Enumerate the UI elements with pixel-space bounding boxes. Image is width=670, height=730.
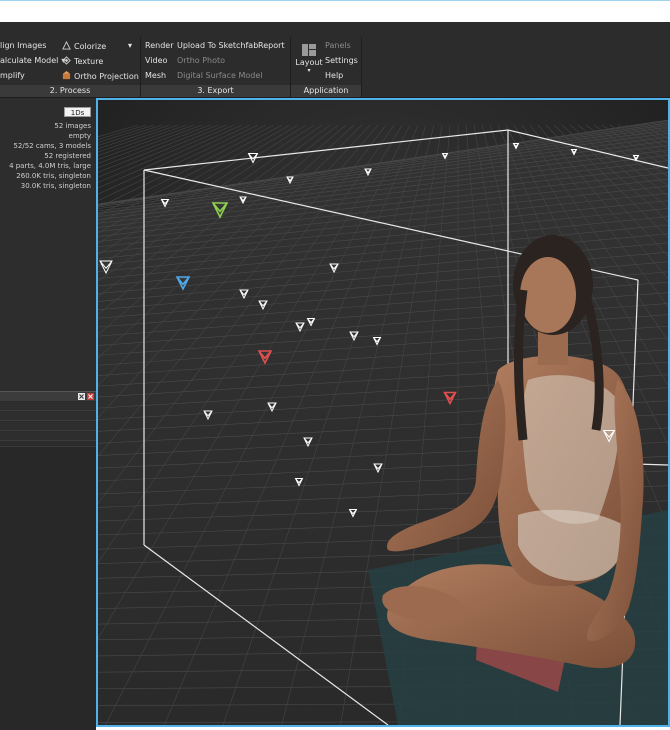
window-title-bar bbox=[0, 0, 670, 22]
left-panel: 1Ds 52 images empty 52/52 cams, 3 models… bbox=[0, 98, 96, 730]
colorize-button[interactable]: Colorize bbox=[62, 41, 106, 52]
colorize-dropdown-icon[interactable]: ▾ bbox=[128, 41, 132, 51]
pin-icon[interactable] bbox=[78, 393, 85, 400]
ribbon-group-export: Render Upload To Sketchfab Report Video … bbox=[141, 37, 290, 97]
settings-button[interactable]: Settings bbox=[325, 56, 358, 66]
panel-row[interactable] bbox=[0, 432, 96, 441]
ortho-projection-button[interactable]: Ortho Projection bbox=[62, 71, 139, 82]
ortho-photo-button[interactable]: Ortho Photo bbox=[177, 56, 225, 66]
info-registered: 52 registered bbox=[44, 152, 91, 160]
texture-icon bbox=[62, 56, 71, 65]
panel-header bbox=[0, 391, 96, 401]
lower-panel bbox=[0, 446, 96, 730]
texture-button[interactable]: Texture bbox=[62, 56, 103, 67]
report-button[interactable]: Report bbox=[258, 41, 285, 51]
mesh-button[interactable]: Mesh bbox=[145, 71, 166, 81]
ribbon-group-application: Layout ▾ Panels Settings Help Applicatio… bbox=[291, 37, 361, 97]
info-images: 52 images bbox=[54, 122, 91, 130]
ribbon-separator bbox=[361, 37, 362, 97]
ortho-projection-icon bbox=[62, 71, 71, 80]
chevron-down-icon: ▾ bbox=[307, 67, 311, 74]
time-badge: 1Ds bbox=[64, 107, 91, 117]
panel-row[interactable] bbox=[0, 412, 96, 421]
calculate-model-button[interactable]: alculate Model ▾ bbox=[0, 56, 65, 66]
panel-row[interactable] bbox=[0, 402, 96, 411]
process-group-label: 2. Process bbox=[0, 85, 140, 97]
layout-icon bbox=[302, 44, 316, 56]
3d-viewport[interactable] bbox=[96, 98, 670, 727]
panels-button[interactable]: Panels bbox=[325, 41, 351, 51]
digital-surface-model-button[interactable]: Digital Surface Model bbox=[177, 71, 263, 81]
ribbon-group-process: lign Images alculate Model ▾ mplify Color… bbox=[0, 37, 140, 97]
3d-scene[interactable] bbox=[98, 100, 668, 725]
info-model-2: 260.0K tris, singleton bbox=[16, 172, 91, 180]
close-icon[interactable] bbox=[87, 393, 94, 400]
video-button[interactable]: Video bbox=[145, 56, 167, 66]
panel-row[interactable] bbox=[0, 422, 96, 431]
upload-to-sketchfab-button[interactable]: Upload To Sketchfab bbox=[177, 41, 258, 51]
render-button[interactable]: Render bbox=[145, 41, 173, 51]
align-images-button[interactable]: lign Images bbox=[0, 41, 46, 51]
info-empty: empty bbox=[68, 132, 91, 140]
export-group-label: 3. Export bbox=[141, 85, 290, 97]
ribbon-toolbar: lign Images alculate Model ▾ mplify Color… bbox=[0, 22, 670, 98]
info-cams: 52/52 cams, 3 models bbox=[13, 142, 91, 150]
colorize-icon bbox=[62, 41, 71, 50]
simplify-button[interactable]: mplify bbox=[0, 71, 25, 81]
scene-info-panel: 1Ds 52 images empty 52/52 cams, 3 models… bbox=[0, 98, 96, 390]
info-parts: 4 parts, 4.0M tris, large bbox=[9, 162, 91, 170]
info-model-3: 30.0K tris, singleton bbox=[20, 182, 91, 190]
help-button[interactable]: Help bbox=[325, 71, 343, 81]
application-group-label: Application bbox=[291, 85, 361, 97]
layout-button[interactable]: Layout ▾ bbox=[295, 41, 323, 81]
